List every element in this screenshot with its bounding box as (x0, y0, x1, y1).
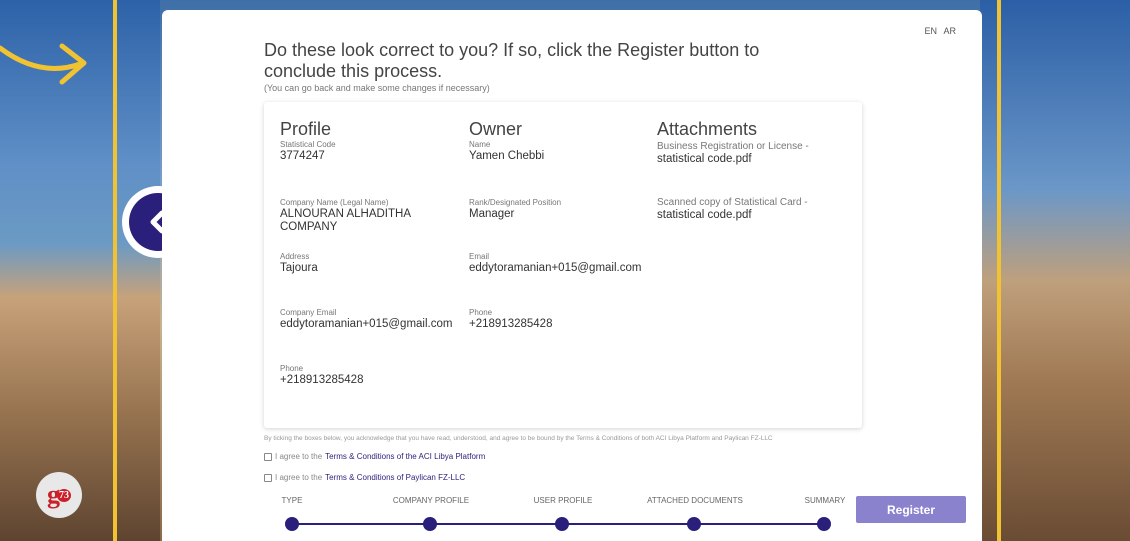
step-label-company-profile: COMPANY PROFILE (392, 496, 470, 505)
owner-rank-value: Manager (469, 208, 515, 220)
owner-phone-field: Phone +218913285428 (469, 308, 552, 331)
aci-terms-link[interactable]: Terms & Conditions of the ACI Libya Plat… (325, 452, 485, 461)
owner-email-field: Email eddytoramanian+015@gmail.com (469, 252, 641, 275)
yellow-border-left (113, 0, 117, 541)
arrow-right-icon (0, 43, 87, 85)
statistical-code-label: Statistical Code (280, 140, 336, 149)
page-title: Do these look correct to you? If so, cli… (264, 40, 760, 81)
terms-disclaimer: By ticking the boxes below, you acknowle… (264, 435, 773, 442)
profile-phone-value: +218913285428 (280, 374, 364, 386)
company-email-label: Company Email (280, 308, 337, 317)
background-photo-right (980, 0, 1130, 541)
statistical-code-value: 3774247 (280, 150, 325, 162)
company-email-field: Company Email eddytoramanian+015@gmail.c… (280, 308, 452, 331)
owner-rank-label: Rank/Designated Position (469, 198, 562, 207)
attachments-title: Attachments (657, 119, 758, 139)
page-subtitle: (You can go back and make some changes i… (264, 83, 490, 93)
step-dot-company-profile[interactable] (423, 517, 437, 531)
statistical-code-field: Statistical Code 3774247 (280, 140, 336, 163)
business-registration-label: Business Registration or License - (657, 141, 809, 152)
company-name-label: Company Name (Legal Name) (280, 198, 389, 207)
agree-aci-terms: I agree to the Terms & Conditions of the… (264, 452, 485, 461)
brand-logo: g 73 (36, 472, 82, 518)
owner-column: Owner (469, 120, 522, 139)
progress-stepper: TYPE COMPANY PROFILE USER PROFILE ATTACH… (280, 496, 845, 531)
profile-title: Profile (280, 119, 332, 139)
agree-paylican-prefix: I agree to the (275, 473, 323, 482)
paylican-terms-link[interactable]: Terms & Conditions of Paylican FZ-LLC (325, 473, 465, 482)
statistical-card-label: Scanned copy of Statistical Card - (657, 197, 808, 208)
profile-phone-field: Phone +218913285428 (280, 364, 363, 387)
profile-phone-label: Phone (280, 364, 304, 373)
owner-name-value: Yamen Chebbi (469, 150, 545, 162)
statistical-card-attachment: Scanned copy of Statistical Card - stati… (657, 196, 808, 222)
owner-email-label: Email (469, 252, 490, 261)
address-value: Tajoura (280, 262, 318, 274)
attachments-column: Attachments (657, 120, 757, 139)
owner-phone-value: +218913285428 (469, 318, 553, 330)
agree-aci-prefix: I agree to the (275, 452, 323, 461)
agree-paylican-terms: I agree to the Terms & Conditions of Pay… (264, 473, 465, 482)
yellow-border-right (997, 0, 1001, 541)
summary-card: EN AR Do these look correct to you? If s… (162, 10, 982, 541)
owner-name-field: Name Yamen Chebbi (469, 140, 544, 163)
profile-column: Profile (280, 120, 331, 139)
business-registration-file[interactable]: statistical code.pdf (657, 153, 809, 166)
owner-name-label: Name (469, 140, 491, 149)
address-field: Address Tajoura (280, 252, 318, 275)
register-button[interactable]: Register (856, 496, 966, 523)
logo-badge: 73 (57, 488, 71, 502)
company-name-value: ALNOURAN ALHADITHA COMPANY (280, 208, 411, 233)
owner-title: Owner (469, 119, 523, 139)
step-dot-attached-documents[interactable] (687, 517, 701, 531)
step-dot-type[interactable] (285, 517, 299, 531)
step-label-type: TYPE (281, 496, 303, 505)
owner-rank-field: Rank/Designated Position Manager (469, 198, 561, 221)
summary-panel: Profile Statistical Code 3774247 Company… (264, 102, 862, 428)
company-email-value: eddytoramanian+015@gmail.com (280, 318, 453, 330)
agree-aci-checkbox[interactable] (264, 452, 272, 461)
step-dot-user-profile[interactable] (555, 517, 569, 531)
step-dot-summary[interactable] (817, 517, 831, 531)
owner-phone-label: Phone (469, 308, 493, 317)
lang-en[interactable]: EN (924, 26, 937, 36)
step-label-attached-documents: ATTACHED DOCUMENTS (647, 496, 743, 505)
language-switcher: EN AR (920, 26, 956, 36)
step-label-summary: SUMMARY (804, 496, 846, 505)
lang-ar[interactable]: AR (943, 26, 956, 36)
step-label-user-profile: USER PROFILE (533, 496, 593, 505)
agree-paylican-checkbox[interactable] (264, 473, 272, 482)
business-registration-attachment: Business Registration or License - stati… (657, 140, 809, 166)
statistical-card-file[interactable]: statistical code.pdf (657, 209, 808, 222)
owner-email-value: eddytoramanian+015@gmail.com (469, 262, 642, 274)
company-name-field: Company Name (Legal Name) ALNOURAN ALHAD… (280, 198, 450, 234)
address-label: Address (280, 252, 310, 261)
